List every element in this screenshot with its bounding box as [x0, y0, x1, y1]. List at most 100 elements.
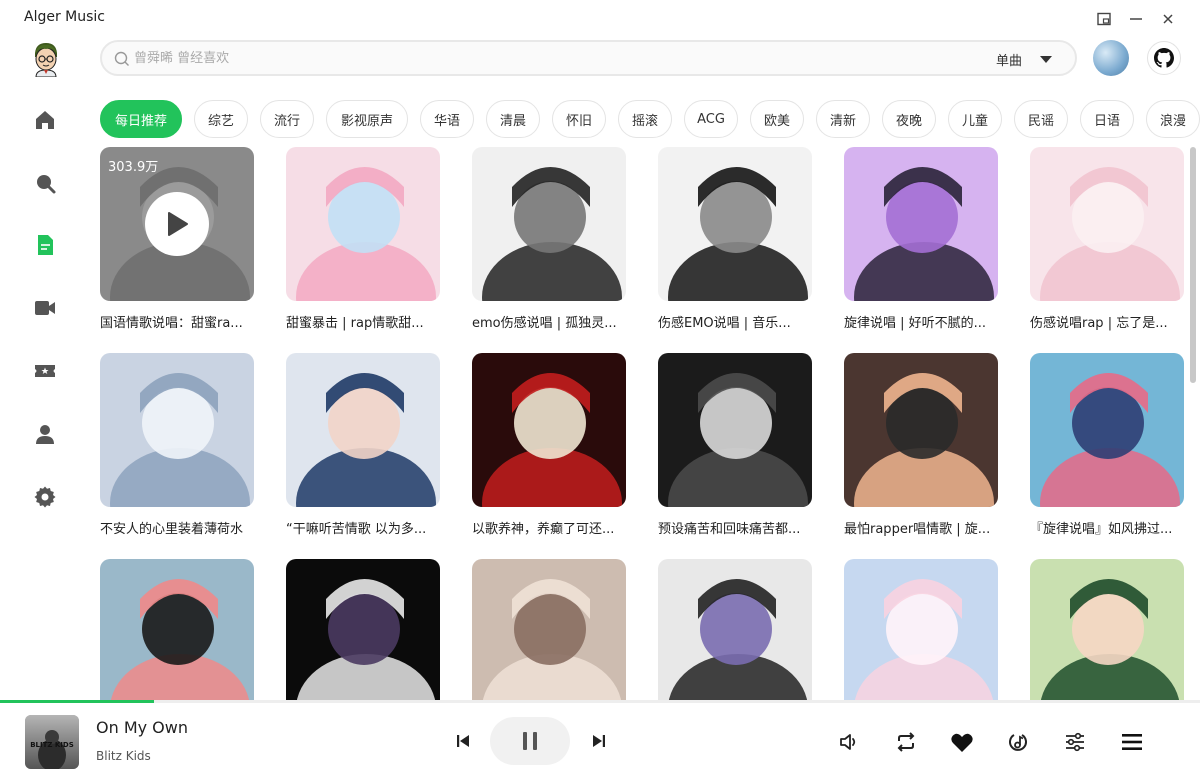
- play-icon: [168, 212, 188, 236]
- playlist-title[interactable]: 国语情歌说唱：甜蜜ra...: [100, 312, 260, 331]
- playlist-card[interactable]: [100, 559, 254, 700]
- player-bar: BLITZ KIDS On My Own Blitz Kids: [0, 703, 1200, 780]
- playlist-card[interactable]: [844, 559, 998, 700]
- playlist-card[interactable]: 预设痛苦和回味痛苦都...: [658, 353, 812, 537]
- previous-button[interactable]: [451, 729, 475, 753]
- playlist-title[interactable]: 最怕rapper唱情歌 | 旋...: [844, 518, 1004, 537]
- github-icon: [1154, 48, 1174, 68]
- playlist-cover[interactable]: [472, 353, 626, 507]
- account-avatar[interactable]: [1093, 40, 1129, 76]
- playlist-card[interactable]: [472, 559, 626, 700]
- chip-children[interactable]: 儿童: [948, 100, 1002, 138]
- chip-romantic[interactable]: 浪漫: [1146, 100, 1200, 138]
- intelligent-mode-button[interactable]: [1005, 729, 1031, 755]
- chip-night[interactable]: 夜晚: [882, 100, 936, 138]
- playlist-queue-button[interactable]: [1119, 729, 1145, 755]
- github-button[interactable]: [1147, 41, 1181, 75]
- pip-button[interactable]: [1092, 8, 1116, 30]
- playlist-cover[interactable]: [658, 559, 812, 700]
- playlist-card[interactable]: 303.9万 国语情歌说唱：甜蜜ra...: [100, 147, 254, 331]
- search-input[interactable]: [134, 48, 954, 68]
- playlist-title[interactable]: emo伤感说唱 | 孤独灵...: [472, 312, 632, 331]
- playlist-card[interactable]: 伤感EMO说唱 | 音乐...: [658, 147, 812, 331]
- playlist-cover[interactable]: [472, 559, 626, 700]
- scrollbar[interactable]: [1190, 147, 1196, 383]
- playlist-cover[interactable]: [286, 559, 440, 700]
- nav-favorites[interactable]: [30, 356, 60, 386]
- chip-chinese[interactable]: 华语: [420, 100, 474, 138]
- playlist-title[interactable]: 预设痛苦和回味痛苦都...: [658, 518, 818, 537]
- playlist-title[interactable]: 『旋律说唱』如风拂过...: [1030, 518, 1190, 537]
- search-type-select[interactable]: 单曲: [996, 50, 1022, 69]
- playlist-card[interactable]: [1030, 559, 1184, 700]
- sliders-icon: [1066, 732, 1084, 752]
- playlist-cover[interactable]: [658, 353, 812, 507]
- playlist-card[interactable]: 不安人的心里装着薄荷水: [100, 353, 254, 537]
- playlist-title[interactable]: “干嘛听苦情歌 以为多...: [286, 518, 446, 537]
- playlist-cover[interactable]: [658, 147, 812, 301]
- playlist-cover[interactable]: [286, 147, 440, 301]
- playlist-cover[interactable]: [472, 147, 626, 301]
- playlist-title[interactable]: 伤感EMO说唱 | 音乐...: [658, 312, 818, 331]
- nav-video[interactable]: [30, 293, 60, 323]
- repeat-button[interactable]: [893, 729, 919, 755]
- playlist-card[interactable]: 最怕rapper唱情歌 | 旋...: [844, 353, 998, 537]
- playlist-card[interactable]: “干嘛听苦情歌 以为多...: [286, 353, 440, 537]
- nav-settings[interactable]: [30, 482, 60, 512]
- play-button[interactable]: [145, 192, 209, 256]
- song-artist[interactable]: Blitz Kids: [96, 749, 151, 763]
- nav-user[interactable]: [30, 419, 60, 449]
- chip-acg[interactable]: ACG: [684, 100, 738, 138]
- volume-button[interactable]: [836, 729, 862, 755]
- chip-variety[interactable]: 综艺: [194, 100, 248, 138]
- equalizer-button[interactable]: [1062, 729, 1088, 755]
- playlist-card[interactable]: 甜蜜暴击 | rap情歌甜...: [286, 147, 440, 331]
- playlist-cover[interactable]: [1030, 559, 1184, 700]
- chip-pop[interactable]: 流行: [260, 100, 314, 138]
- pause-button[interactable]: [490, 717, 570, 765]
- playlist-cover[interactable]: 303.9万: [100, 147, 254, 301]
- chip-nostalgia[interactable]: 怀旧: [552, 100, 606, 138]
- music-note-circle-icon: [1009, 734, 1027, 751]
- nav-search[interactable]: [30, 168, 60, 198]
- playlist-title[interactable]: 伤感说唱rap | 忘了是...: [1030, 312, 1190, 331]
- playlist-card[interactable]: [658, 559, 812, 700]
- nav-home[interactable]: [30, 105, 60, 135]
- playlist-cover[interactable]: [100, 353, 254, 507]
- nav-playlist[interactable]: [30, 230, 60, 260]
- playlist-title[interactable]: 旋律说唱 | 好听不腻的...: [844, 312, 1004, 331]
- playlist-cover[interactable]: [1030, 353, 1184, 507]
- next-button[interactable]: [587, 729, 611, 753]
- playlist-card[interactable]: emo伤感说唱 | 孤独灵...: [472, 147, 626, 331]
- playlist-cover[interactable]: [844, 147, 998, 301]
- like-button[interactable]: [949, 729, 975, 755]
- playlist-title[interactable]: 甜蜜暴击 | rap情歌甜...: [286, 312, 446, 331]
- playlist-cover[interactable]: [844, 353, 998, 507]
- playlist-title[interactable]: 不安人的心里装着薄荷水: [100, 518, 260, 537]
- playlist-cover[interactable]: [844, 559, 998, 700]
- chip-fresh[interactable]: 清新: [816, 100, 870, 138]
- chip-japanese[interactable]: 日语: [1080, 100, 1134, 138]
- playlist-card[interactable]: 以歌养神，养癫了可还...: [472, 353, 626, 537]
- user-avatar[interactable]: [30, 41, 62, 78]
- chip-rock[interactable]: 摇滚: [618, 100, 672, 138]
- chip-morning[interactable]: 清晨: [486, 100, 540, 138]
- playlist-cover[interactable]: [1030, 147, 1184, 301]
- chip-daily[interactable]: 每日推荐: [100, 100, 182, 138]
- song-title[interactable]: On My Own: [96, 718, 188, 737]
- playlist-cover[interactable]: [286, 353, 440, 507]
- playlist-card[interactable]: [286, 559, 440, 700]
- cover-art: [1030, 559, 1184, 700]
- close-button[interactable]: [1156, 8, 1180, 30]
- chip-folk[interactable]: 民谣: [1014, 100, 1068, 138]
- chevron-down-icon[interactable]: [1039, 55, 1053, 64]
- playlist-title[interactable]: 以歌养神，养癫了可还...: [472, 518, 632, 537]
- minimize-button[interactable]: [1124, 8, 1148, 30]
- playlist-card[interactable]: 伤感说唱rap | 忘了是...: [1030, 147, 1184, 331]
- playlist-card[interactable]: 旋律说唱 | 好听不腻的...: [844, 147, 998, 331]
- song-cover[interactable]: BLITZ KIDS: [25, 715, 79, 769]
- chip-soundtrack[interactable]: 影视原声: [326, 100, 408, 138]
- chip-western[interactable]: 欧美: [750, 100, 804, 138]
- playlist-cover[interactable]: [100, 559, 254, 700]
- playlist-card[interactable]: 『旋律说唱』如风拂过...: [1030, 353, 1184, 537]
